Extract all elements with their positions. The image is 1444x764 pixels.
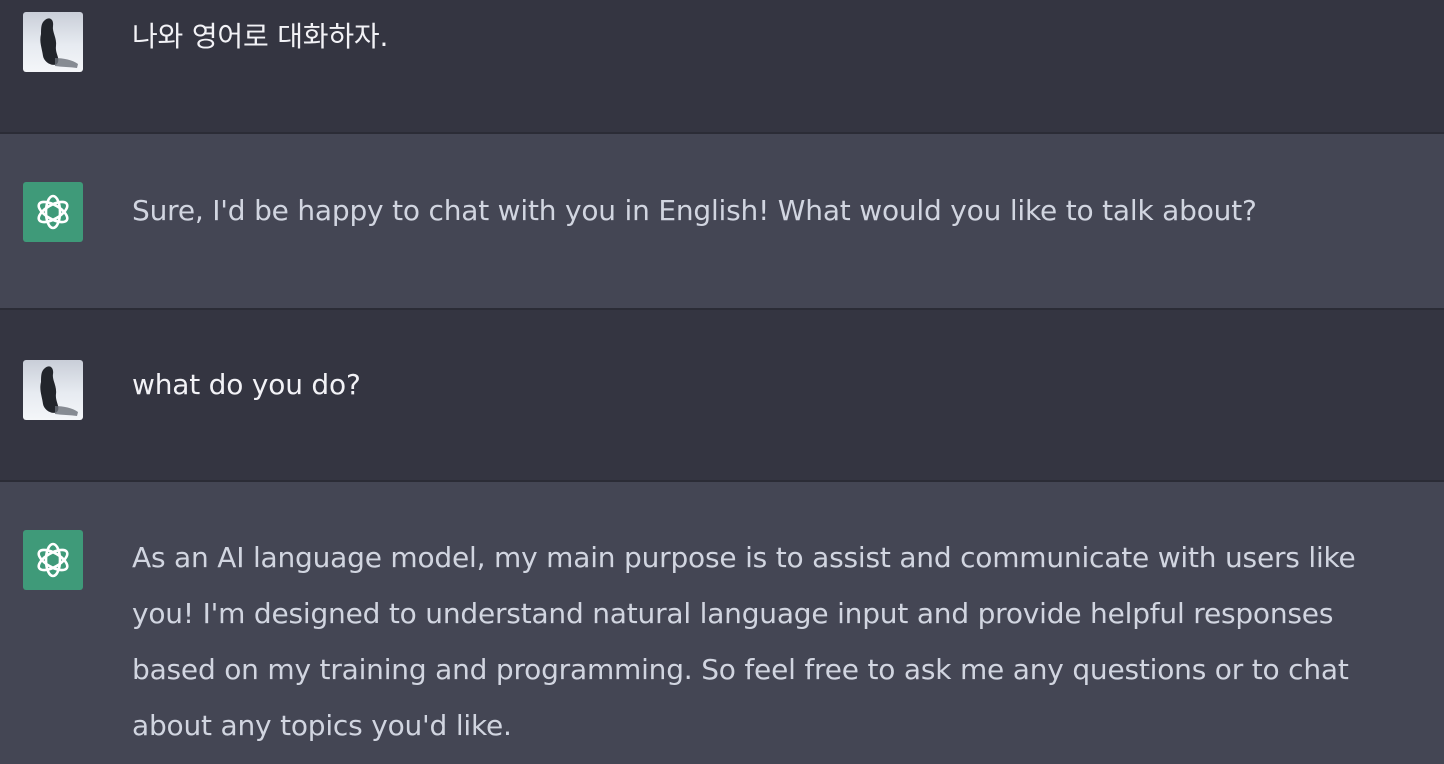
assistant-message: As an AI language model, my main purpose… [0, 482, 1444, 764]
assistant-avatar [23, 182, 83, 242]
user-photo-icon [40, 366, 78, 416]
user-photo-icon [40, 18, 78, 68]
user-message: what do you do? [0, 310, 1444, 482]
user-message: 나와 영어로 대화하자. [0, 0, 1444, 134]
message-text: Sure, I'd be happy to chat with you in E… [132, 194, 1257, 227]
openai-logo-icon [37, 194, 69, 230]
chat-thread: 나와 영어로 대화하자. Sure, I'd be happy to chat … [0, 0, 1444, 764]
message-text: As an AI language model, my main purpose… [132, 541, 1356, 742]
user-avatar [23, 12, 83, 72]
message-text: 나와 영어로 대화하자. [132, 20, 389, 53]
assistant-avatar [23, 530, 83, 590]
message-text: what do you do? [132, 368, 361, 401]
assistant-message: Sure, I'd be happy to chat with you in E… [0, 134, 1444, 310]
user-avatar [23, 360, 83, 420]
openai-logo-icon [37, 542, 69, 578]
